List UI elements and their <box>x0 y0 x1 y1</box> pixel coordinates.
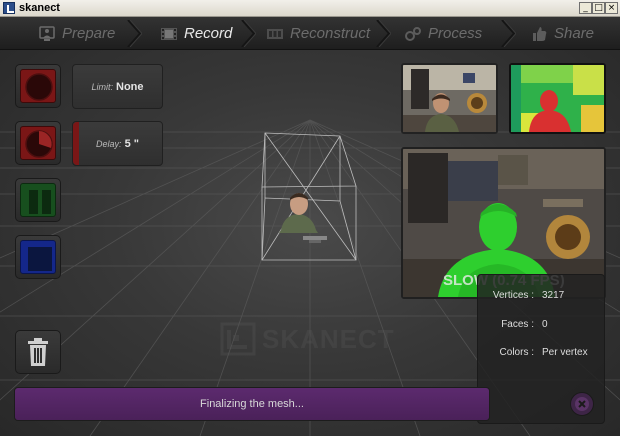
stop-button[interactable] <box>15 235 61 279</box>
limit-value: None <box>116 80 144 93</box>
record-button-face <box>20 69 56 103</box>
record-button[interactable] <box>15 64 61 108</box>
stop-icon <box>28 247 52 271</box>
tab-separator <box>501 20 516 47</box>
tab-process[interactable]: Process <box>404 17 482 50</box>
tab-reconstruct-label: Reconstruct <box>290 25 371 42</box>
stat-colors-value: Per vertex <box>542 347 588 358</box>
tab-bar: Prepare Record Reconstruct Process Share <box>0 17 620 50</box>
record-icon <box>25 73 53 101</box>
tab-process-label: Process <box>428 25 483 42</box>
stat-faces-label: Faces : <box>501 319 534 330</box>
thumbs-up-icon <box>530 26 548 42</box>
delete-button[interactable] <box>15 330 61 374</box>
timer-icon <box>25 130 53 158</box>
tab-separator <box>127 20 142 47</box>
person-icon <box>38 25 56 42</box>
stat-vertices-label: Vertices : <box>492 290 534 301</box>
pause-button[interactable] <box>15 178 61 222</box>
tab-share[interactable]: Share <box>530 17 594 50</box>
pause-button-face <box>20 183 56 217</box>
tab-separator <box>241 20 256 47</box>
color-camera-thumbnail[interactable] <box>401 63 498 134</box>
skanect-logo-icon <box>220 322 256 356</box>
skanect-watermark: SKANECT <box>220 322 395 356</box>
tab-record[interactable]: Record <box>160 17 232 50</box>
watermark-text: SKANECT <box>262 323 395 354</box>
app-icon <box>3 2 15 14</box>
pause-icon <box>29 190 51 214</box>
minimize-button[interactable]: _ <box>579 2 592 14</box>
limit-label: Limit: <box>91 81 113 92</box>
window-titlebar: skanect _ □ × <box>0 0 620 17</box>
depth-feed-image <box>511 65 604 132</box>
tab-prepare-label: Prepare <box>62 25 116 42</box>
delay-box[interactable]: Delay: 5 " <box>72 121 163 166</box>
stat-colors-label: Colors : <box>499 347 534 358</box>
limit-box[interactable]: Limit: None <box>72 64 163 109</box>
cancel-button[interactable] <box>570 392 594 416</box>
tab-prepare[interactable]: Prepare <box>38 17 115 50</box>
trash-icon <box>28 338 48 366</box>
filmstrip-icon <box>266 26 284 42</box>
stat-vertices-value: 3217 <box>542 290 565 301</box>
stop-button-face <box>20 240 56 274</box>
film-icon <box>160 26 178 42</box>
delay-button[interactable] <box>15 121 61 165</box>
delay-indicator <box>73 122 79 165</box>
close-icon <box>575 397 589 411</box>
progress-label: Finalizing the mesh... <box>200 398 304 410</box>
stat-faces-value: 0 <box>542 319 548 330</box>
delay-label: Delay: <box>96 138 122 149</box>
gears-icon <box>404 26 422 42</box>
tab-share-label: Share <box>554 25 595 42</box>
window-title: skanect <box>19 2 60 14</box>
depth-camera-thumbnail[interactable] <box>509 63 606 134</box>
maximize-button[interactable]: □ <box>592 2 605 14</box>
color-feed-image <box>403 65 496 132</box>
delay-button-face <box>20 126 56 160</box>
close-button[interactable]: × <box>605 2 618 14</box>
main-viewport[interactable]: SKANECT Limit: None Delay: 5 " SLOW Vert… <box>0 50 620 436</box>
tab-reconstruct[interactable]: Reconstruct <box>266 17 370 50</box>
tab-separator <box>376 20 391 47</box>
delay-value: 5 " <box>124 137 139 150</box>
progress-bar: Finalizing the mesh... <box>14 387 490 421</box>
tab-record-label: Record <box>184 25 233 42</box>
